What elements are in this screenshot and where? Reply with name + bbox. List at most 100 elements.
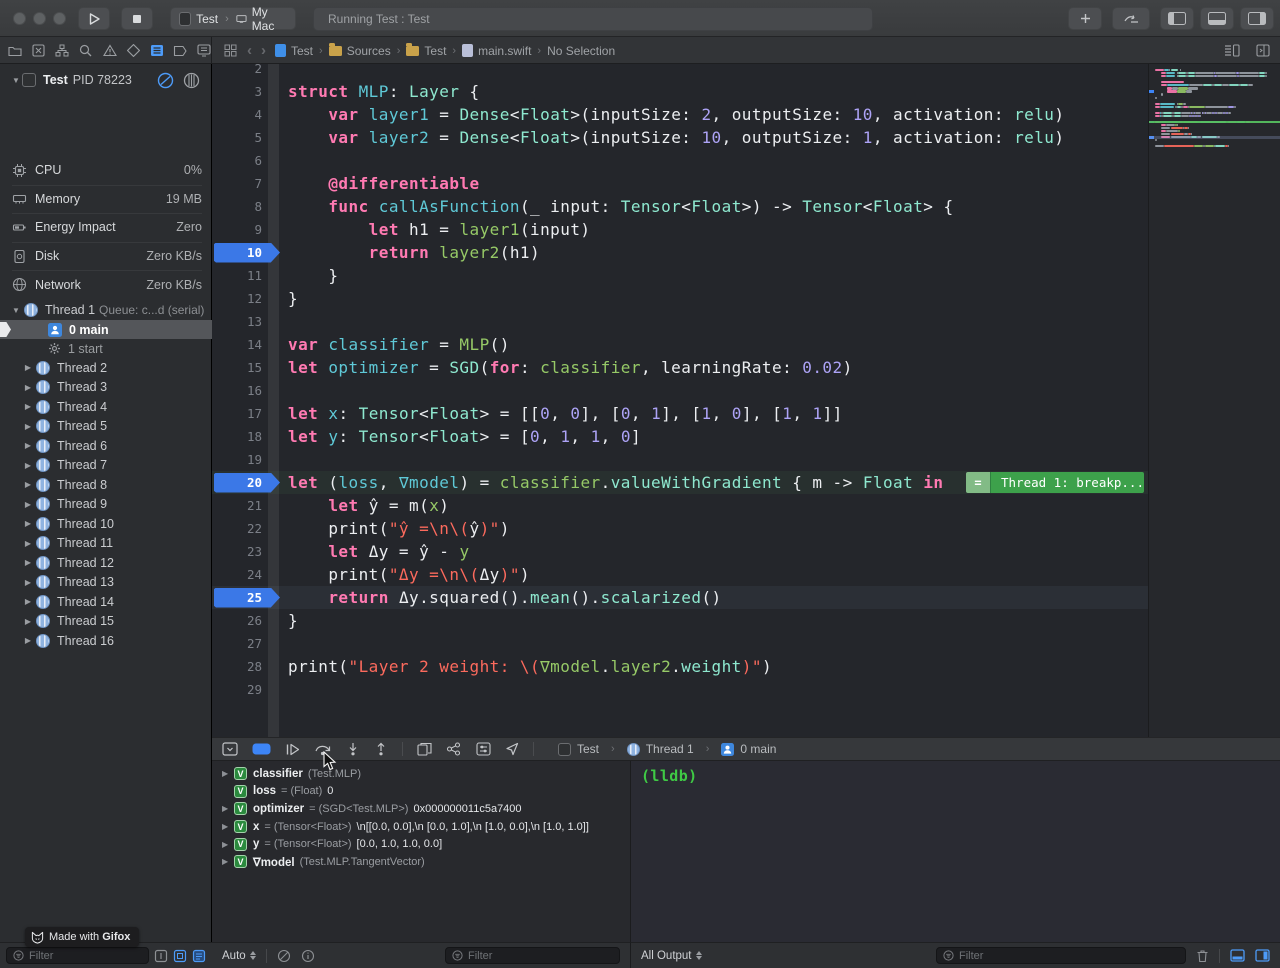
breakpoint-navigator-icon[interactable]	[173, 43, 188, 58]
variable-scope-dropdown[interactable]: Auto	[222, 950, 256, 962]
variables-filter-field[interactable]	[445, 947, 620, 964]
disclosure-triangle-icon[interactable]: ▶	[22, 383, 34, 392]
thread-row[interactable]: ▶Thread 5	[0, 417, 212, 437]
thread-row[interactable]: ▶Thread 15	[0, 612, 212, 632]
code-line[interactable]: 9 let h1 = layer1(input)	[212, 218, 1280, 241]
code-line[interactable]: 2	[212, 64, 1280, 80]
report-navigator-icon[interactable]	[197, 43, 212, 58]
code-line[interactable]: 16	[212, 379, 1280, 402]
code-line[interactable]: 21 let ŷ = m(x)	[212, 494, 1280, 517]
disclosure-triangle-icon[interactable]: ▶	[22, 597, 34, 606]
thread-row[interactable]: ▶Thread 16	[0, 631, 212, 651]
debug-crumb-frame[interactable]: 0 main	[740, 742, 776, 756]
minimap-options-icon[interactable]	[1224, 44, 1240, 57]
breadcrumb-selection[interactable]: No Selection	[547, 44, 615, 58]
code-line[interactable]: 7 @differentiable	[212, 172, 1280, 195]
variable-row[interactable]: ▶Voptimizer= (SGD<Test.MLP>)0x000000011c…	[212, 800, 630, 818]
related-items-icon[interactable]	[224, 44, 237, 57]
code-line[interactable]: 27	[212, 632, 1280, 655]
thread-row[interactable]: ▶Thread 7	[0, 456, 212, 476]
code-line[interactable]: 12}	[212, 287, 1280, 310]
thread-row[interactable]: ▶Thread 12	[0, 553, 212, 573]
run-button[interactable]	[78, 7, 110, 30]
code-line[interactable]: 6	[212, 149, 1280, 172]
code-line[interactable]: 25 return Δy.squared().mean().scalarized…	[212, 586, 1280, 609]
project-navigator-icon[interactable]	[8, 43, 23, 58]
gauge-row-cpu[interactable]: CPU0%	[0, 156, 212, 185]
variable-row[interactable]: Vloss= (Float)0	[212, 783, 630, 801]
library-button[interactable]	[1068, 7, 1102, 30]
go-forward-button[interactable]: ›	[261, 42, 266, 59]
breadcrumb-project[interactable]: Test	[275, 44, 313, 58]
stack-frame-row[interactable]: 1 start	[0, 339, 212, 358]
disclosure-triangle-icon[interactable]: ▼	[10, 306, 22, 315]
code-line[interactable]: 11 }	[212, 264, 1280, 287]
debug-crumb-thread[interactable]: Thread 1	[646, 742, 694, 756]
code-line[interactable]: 20let (loss, ∇model) = classifier.valueW…	[212, 471, 1280, 494]
thread-row[interactable]: ▶Thread 10	[0, 514, 212, 534]
stack-frame-row[interactable]: 0 main	[0, 320, 212, 339]
code-line[interactable]: 26}	[212, 609, 1280, 632]
go-back-button[interactable]: ‹	[247, 42, 252, 59]
close-window-button[interactable]	[13, 12, 26, 25]
thread-1-row[interactable]: ▼ Thread 1 Queue: c...d (serial)	[0, 300, 212, 320]
code-line[interactable]: 23 let Δy = ŷ - y	[212, 540, 1280, 563]
editor-mode-button[interactable]	[1112, 7, 1150, 30]
issue-navigator-icon[interactable]	[102, 43, 117, 58]
test-navigator-icon[interactable]	[126, 43, 141, 58]
code-line[interactable]: 29	[212, 678, 1280, 701]
code-line[interactable]: 4 var layer1 = Dense<Float>(inputSize: 2…	[212, 103, 1280, 126]
search-navigator-icon[interactable]	[79, 43, 94, 58]
symbol-navigator-icon[interactable]	[55, 43, 70, 58]
disclosure-triangle-icon[interactable]: ▶	[22, 617, 34, 626]
code-line[interactable]: 15let optimizer = SGD(for: classifier, l…	[212, 356, 1280, 379]
code-line[interactable]: 14var classifier = MLP()	[212, 333, 1280, 356]
scheme-selector[interactable]: Test › My Mac	[170, 7, 296, 30]
minimize-window-button[interactable]	[33, 12, 46, 25]
variable-row[interactable]: ▶Vclassifier(Test.MLP)	[212, 765, 630, 783]
variables-view[interactable]: ▶Vclassifier(Test.MLP)Vloss= (Float)0▶Vo…	[212, 761, 630, 942]
pause-process-icon[interactable]	[157, 72, 174, 89]
thread-row[interactable]: ▶Thread 14	[0, 592, 212, 612]
thread-row[interactable]: ▶Thread 11	[0, 534, 212, 554]
gauge-row-disk[interactable]: DiskZero KB/s	[0, 242, 212, 271]
step-out-icon[interactable]	[374, 742, 388, 756]
filter-input[interactable]	[959, 950, 1179, 962]
breadcrumb-file[interactable]: main.swift	[462, 44, 531, 58]
process-row[interactable]: ▼ Test PID 78223	[0, 70, 212, 90]
thread-row[interactable]: ▶Thread 13	[0, 573, 212, 593]
navigator-filter-field[interactable]	[6, 947, 149, 964]
editor-minimap[interactable]	[1148, 64, 1280, 737]
thread-row[interactable]: ▶Thread 2	[0, 358, 212, 378]
filter-input[interactable]	[468, 950, 613, 962]
disclosure-triangle-icon[interactable]: ▶	[22, 441, 34, 450]
thread-row[interactable]: ▶Thread 8	[0, 475, 212, 495]
environment-overrides-icon[interactable]	[476, 742, 491, 756]
gauge-row-network[interactable]: NetworkZero KB/s	[0, 270, 212, 299]
disclosure-triangle-icon[interactable]: ▶	[22, 558, 34, 567]
thread-row[interactable]: ▶Thread 6	[0, 436, 212, 456]
disclosure-triangle-icon[interactable]: ▼	[10, 76, 22, 85]
disclosure-triangle-icon[interactable]: ▶	[222, 804, 234, 813]
disclosure-triangle-icon[interactable]: ▶	[222, 857, 234, 866]
disclosure-triangle-icon[interactable]: ▶	[222, 822, 234, 831]
source-editor[interactable]: 23struct MLP: Layer {4 var layer1 = Dens…	[212, 64, 1280, 737]
info-icon[interactable]	[301, 949, 315, 963]
show-only-crashed-icon[interactable]	[154, 949, 168, 963]
step-into-icon[interactable]	[346, 742, 360, 756]
view-mode-icon[interactable]	[183, 72, 200, 89]
variable-row[interactable]: ▶V∇model(Test.MLP.TangentVector)	[212, 853, 630, 871]
zoom-window-button[interactable]	[53, 12, 66, 25]
debug-navigator-icon[interactable]	[149, 43, 164, 58]
toggle-debug-area-button[interactable]	[1200, 7, 1234, 30]
hide-debug-area-icon[interactable]	[222, 742, 238, 756]
code-line[interactable]: 13	[212, 310, 1280, 333]
disclosure-triangle-icon[interactable]: ▶	[22, 480, 34, 489]
thread-row[interactable]: ▶Thread 4	[0, 397, 212, 417]
flag-filter-icon[interactable]	[277, 949, 291, 963]
gauge-row-energy-impact[interactable]: Energy ImpactZero	[0, 213, 212, 242]
disclosure-triangle-icon[interactable]: ▶	[22, 636, 34, 645]
trash-icon[interactable]	[1196, 949, 1209, 963]
disclosure-triangle-icon[interactable]: ▶	[22, 461, 34, 470]
console-filter-field[interactable]	[936, 947, 1186, 964]
